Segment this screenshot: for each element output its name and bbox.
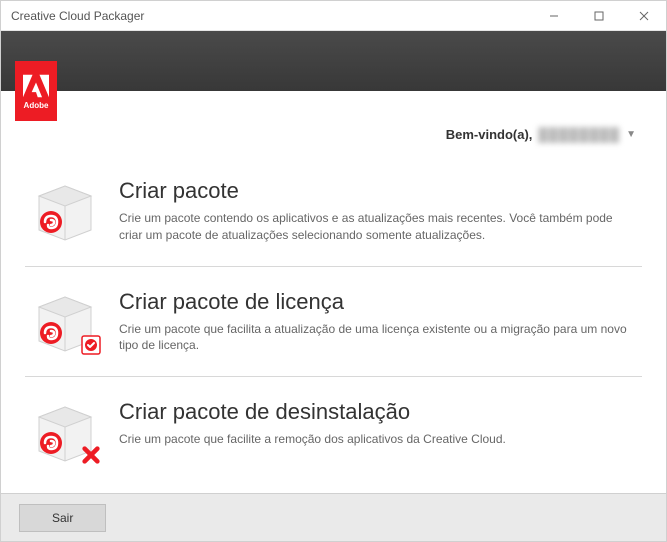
- main-content: Bem-vindo(a), ████████ ▼ Criar pacote Cr…: [1, 91, 666, 493]
- option-text: Criar pacote de licença Crie um pacote q…: [119, 289, 634, 355]
- option-create-uninstall-package[interactable]: Criar pacote de desinstalação Crie um pa…: [25, 377, 642, 485]
- option-title: Criar pacote de desinstalação: [119, 399, 634, 425]
- adobe-logo: Adobe: [15, 61, 57, 121]
- option-text: Criar pacote Crie um pacote contendo os …: [119, 178, 634, 244]
- option-create-license-package[interactable]: Criar pacote de licença Crie um pacote q…: [25, 267, 642, 378]
- option-description: Crie um pacote que facilita a atualizaçã…: [119, 321, 634, 355]
- window-controls: [531, 1, 666, 31]
- welcome-user-dropdown[interactable]: Bem-vindo(a), ████████ ▼: [21, 105, 646, 156]
- chevron-down-icon: ▼: [626, 129, 636, 140]
- maximize-button[interactable]: [576, 1, 621, 31]
- package-uninstall-icon: [33, 399, 97, 463]
- option-create-package[interactable]: Criar pacote Crie um pacote contendo os …: [25, 156, 642, 267]
- check-badge-icon: [81, 335, 101, 355]
- footer-bar: Sair: [1, 493, 666, 541]
- window-title: Creative Cloud Packager: [1, 9, 531, 23]
- option-description: Crie um pacote contendo os aplicativos e…: [119, 210, 634, 244]
- package-create-icon: [33, 178, 97, 242]
- welcome-username: ████████: [538, 127, 620, 142]
- adobe-logo-text: Adobe: [24, 101, 49, 110]
- option-text: Criar pacote de desinstalação Crie um pa…: [119, 399, 634, 448]
- option-title: Criar pacote de licença: [119, 289, 634, 315]
- header-band: Adobe: [1, 31, 666, 91]
- option-description: Crie um pacote que facilite a remoção do…: [119, 431, 634, 448]
- minimize-button[interactable]: [531, 1, 576, 31]
- package-license-icon: [33, 289, 97, 353]
- close-button[interactable]: [621, 1, 666, 31]
- welcome-label: Bem-vindo(a),: [446, 127, 533, 142]
- option-title: Criar pacote: [119, 178, 634, 204]
- exit-button[interactable]: Sair: [19, 504, 106, 532]
- window-titlebar: Creative Cloud Packager: [1, 1, 666, 31]
- options-list: Criar pacote Crie um pacote contendo os …: [21, 156, 646, 485]
- remove-badge-icon: [81, 445, 101, 465]
